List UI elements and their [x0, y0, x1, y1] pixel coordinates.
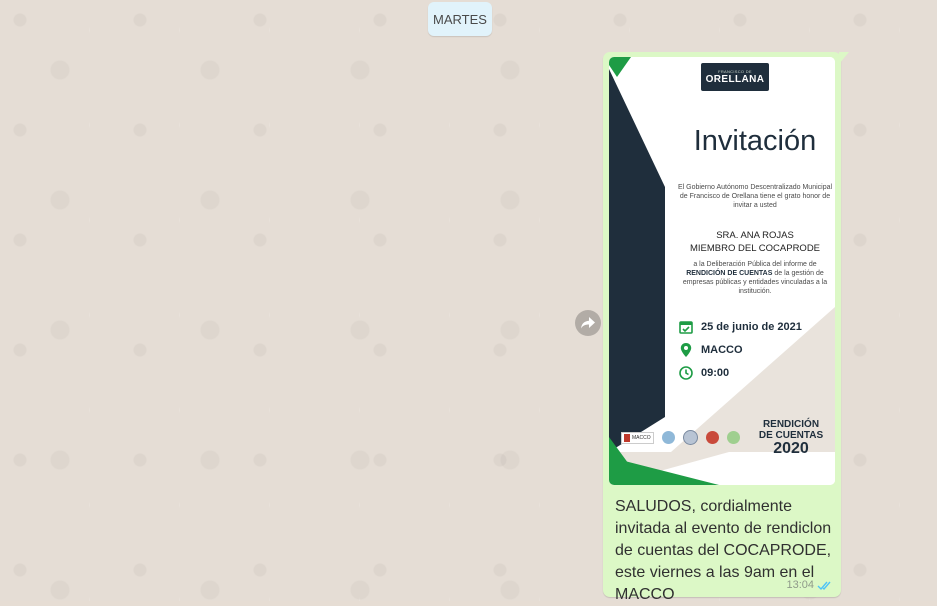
invitation-body: a la Deliberación Pública del informe de… — [675, 260, 835, 296]
forward-icon — [581, 317, 595, 329]
body-pre: a la Deliberación Pública del informe de — [693, 261, 817, 268]
macco-logo: MACCO — [621, 431, 654, 444]
sponsor-macco: MACCO — [632, 434, 651, 441]
invitation-intro: El Gobierno Autónomo Descentralizado Mun… — [677, 184, 833, 209]
orellana-logo: FRANCISCO DE ORELLANA — [701, 63, 769, 91]
sponsor-logo-green — [726, 431, 740, 444]
rendicion-badge: RENDICIÓN DE CUENTAS 2020 — [756, 419, 826, 457]
location-pin-icon — [680, 343, 692, 357]
bubble-tail — [839, 52, 849, 64]
badge-year: 2020 — [773, 440, 809, 457]
date-separator: MARTES — [428, 2, 492, 36]
message-bubble[interactable]: FRANCISCO DE ORELLANA Invitación El Gobi… — [603, 52, 849, 603]
body-bold: RENDICIÓN DE CUENTAS — [686, 270, 773, 277]
date-label: MARTES — [433, 11, 487, 27]
invitation-title: Invitación — [693, 125, 817, 157]
sponsor-logo-seal — [682, 430, 698, 445]
event-place-row: MACCO — [679, 343, 743, 357]
sponsor-logo-blue — [661, 431, 675, 444]
message-meta: 13:04 — [786, 579, 833, 591]
invitation-image[interactable]: FRANCISCO DE ORELLANA Invitación El Gobi… — [609, 57, 835, 485]
event-place: MACCO — [701, 344, 743, 356]
event-time-row: 09:00 — [679, 366, 729, 380]
calendar-check-icon — [679, 321, 693, 334]
event-date-row: 25 de junio de 2021 — [679, 320, 802, 334]
guest-block: SRA. ANA ROJAS MIEMBRO DEL COCAPRODE — [675, 229, 835, 255]
guest-role: MIEMBRO DEL COCAPRODE — [689, 243, 821, 254]
forward-button[interactable] — [575, 310, 601, 336]
event-date: 25 de junio de 2021 — [701, 321, 802, 333]
sponsor-logos: MACCO — [621, 430, 740, 445]
guest-name: SRA. ANA ROJAS — [716, 230, 794, 241]
clock-icon — [679, 366, 693, 380]
badge-line1: RENDICIÓN — [762, 419, 820, 430]
macco-logo-mark — [624, 433, 630, 442]
logo-main-text: ORELLANA — [705, 74, 765, 85]
event-time: 09:00 — [701, 367, 730, 379]
message-time: 13:04 — [786, 579, 814, 591]
sponsor-logo-red — [705, 431, 719, 444]
double-check-icon — [817, 581, 831, 590]
